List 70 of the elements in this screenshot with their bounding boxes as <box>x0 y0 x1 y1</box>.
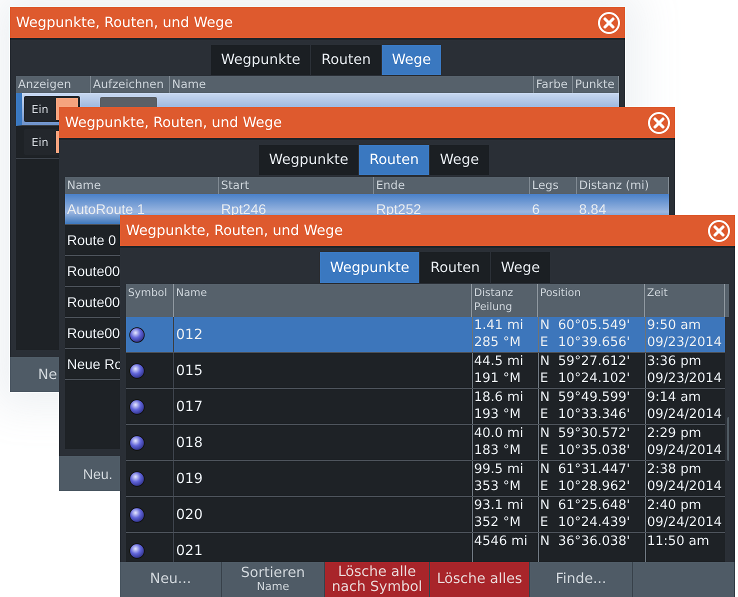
distance-text: 40.0 mi <box>474 425 524 442</box>
table-cell-text: AutoRoute 1 <box>66 201 145 217</box>
hemisphere-text: E <box>540 334 550 351</box>
table-cell: 020 <box>176 506 203 522</box>
date-text: 09/24/2014 <box>647 478 723 495</box>
longitude-text: 10°28.962' <box>558 478 630 495</box>
window-title: Wegpunkte, Routen, und Wege <box>126 222 343 238</box>
time-text: 2:29 pm <box>647 425 702 442</box>
table-cell: 018 <box>176 434 203 450</box>
time-text: 9:14 am <box>647 389 702 406</box>
table-cell: 015 <box>176 362 203 378</box>
hemisphere-text: N <box>540 497 551 514</box>
time-text: 2:40 pm <box>647 497 702 514</box>
latitude-text: 61°25.648' <box>558 497 630 514</box>
table-cell-text: Route00 <box>66 263 120 279</box>
time-text: 2:38 pm <box>647 461 702 478</box>
hemisphere-text: N <box>540 533 551 550</box>
table-cell: 012 <box>176 326 203 342</box>
distance-text: 18.6 mi <box>474 389 524 406</box>
time-text: 9:50 am <box>647 317 702 334</box>
distance-text: 44.5 mi <box>474 353 524 370</box>
latitude-text: 60°05.549' <box>558 317 630 334</box>
hemisphere-text: E <box>540 442 550 459</box>
table-cell: 021 <box>176 542 203 558</box>
table-cell-text: Route00 <box>66 325 120 341</box>
longitude-text: 10°39.656' <box>558 334 630 351</box>
hemisphere-text: N <box>540 389 551 406</box>
bearing-text: 285 °M <box>474 334 522 351</box>
date-text: 09/24/2014 <box>647 442 723 459</box>
bearing-text: 183 °M <box>474 442 522 459</box>
time-text: 3:36 pm <box>647 353 702 370</box>
distance-text: 1.41 mi <box>474 317 524 334</box>
date-text: 09/23/2014 <box>647 370 723 387</box>
hemisphere-text: N <box>540 461 551 478</box>
distance-text: 93.1 mi <box>474 497 524 514</box>
bearing-text: 353 °M <box>474 478 522 495</box>
latitude-text: 61°31.447' <box>558 461 630 478</box>
table-cell: 019 <box>176 470 203 486</box>
hemisphere-text: N <box>540 353 551 370</box>
window-title: Wegpunkte, Routen, und Wege <box>16 14 233 30</box>
bearing-text: 191 °M <box>474 370 522 387</box>
time-text: 11:50 am <box>647 533 710 550</box>
longitude-text: 10°33.346' <box>558 406 630 423</box>
longitude-text: 10°24.102' <box>558 370 630 387</box>
latitude-text: 59°30.572' <box>558 425 630 442</box>
longitude-text: 10°24.439' <box>558 514 630 531</box>
hemisphere-text: E <box>540 370 550 387</box>
hemisphere-text: N <box>540 317 551 334</box>
bearing-text: 193 °M <box>474 406 522 423</box>
date-text: 09/24/2014 <box>647 514 723 531</box>
bearing-text: 352 °M <box>474 514 522 531</box>
table-cell-text: 8.84 <box>578 201 606 217</box>
hemisphere-text: E <box>540 478 550 495</box>
table-cell-text: Route 0 <box>66 232 116 248</box>
table-cell-text: Rpt246 <box>220 201 266 217</box>
table-cell: 017 <box>176 398 203 414</box>
date-text: 09/23/2014 <box>647 334 723 351</box>
table-cell-text: Route00 <box>66 294 120 310</box>
table-cell-text: 6 <box>531 201 540 217</box>
longitude-text: 10°35.038' <box>558 442 630 459</box>
hemisphere-text: N <box>540 425 551 442</box>
table-cell-text: Rpt252 <box>375 201 422 217</box>
distance-text: 99.5 mi <box>474 461 524 478</box>
latitude-text: 59°27.612' <box>558 353 630 370</box>
hemisphere-text: E <box>540 514 550 531</box>
latitude-text: 59°49.599' <box>558 389 630 406</box>
date-text: 09/24/2014 <box>647 406 723 423</box>
latitude-text: 36°36.038' <box>558 533 630 550</box>
hemisphere-text: E <box>540 406 550 423</box>
distance-text: 4546 mi <box>474 533 528 550</box>
